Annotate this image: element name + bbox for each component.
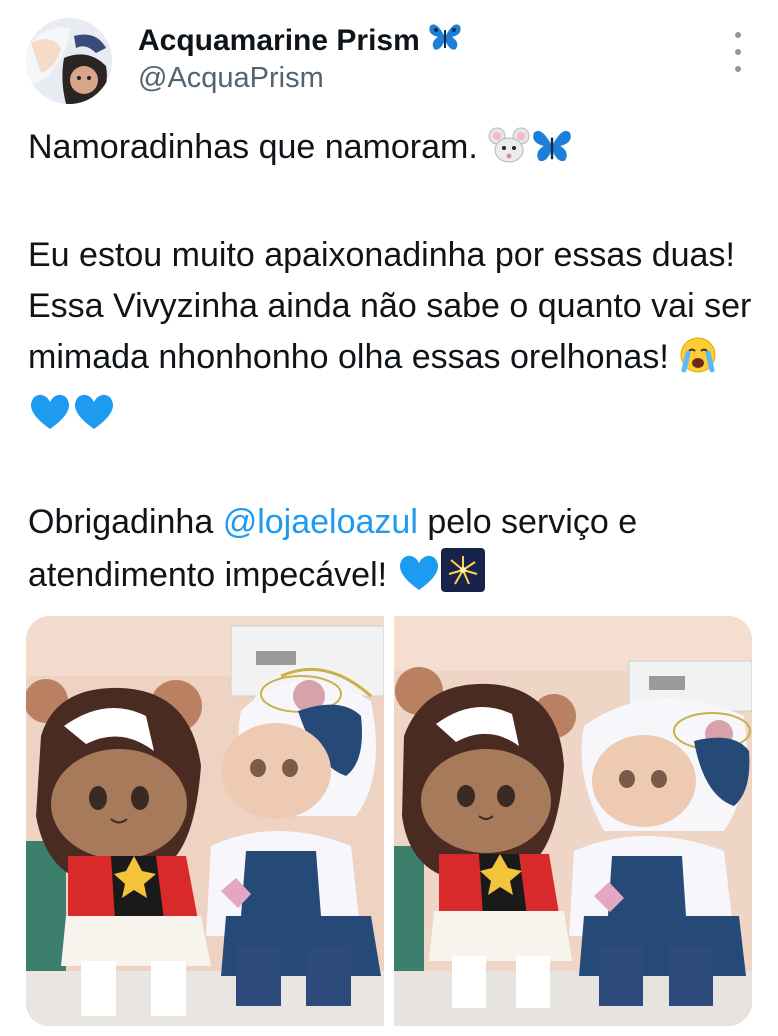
display-name[interactable]: Acquamarine Prism [138, 22, 462, 60]
plush-dolls-image [394, 616, 752, 1026]
tweet-body: Eu estou muito apaixonadinha por essas d… [28, 236, 752, 376]
tweet-paragraph: Namoradinhas que namoram. [28, 122, 758, 179]
plush-dolls-image [26, 616, 384, 1026]
photo-1[interactable] [26, 616, 384, 1026]
more-dot-icon [735, 32, 741, 38]
user-handle[interactable]: @AcquaPrism [138, 62, 324, 95]
more-dot-icon [735, 49, 741, 55]
blue-heart-icon [397, 554, 441, 607]
more-options-button[interactable] [730, 32, 746, 72]
tweet-paragraph: Eu estou muito apaixonadinha por essas d… [28, 230, 758, 446]
tweet-paragraph: Obrigadinha @lojaeloazul pelo serviço e … [28, 497, 758, 607]
media-gallery [26, 616, 752, 1026]
mention-link[interactable]: @lojaeloazul [223, 503, 418, 541]
fireworks-emoji-icon [440, 548, 485, 607]
tweet-body: Obrigadinha [28, 503, 223, 541]
blue-heart-icon [72, 393, 116, 446]
butterfly-icon [428, 22, 462, 60]
photo-2[interactable] [394, 616, 752, 1026]
tweet-text: Namoradinhas que namoram. Eu estou muito… [28, 122, 758, 607]
tweet-line: Namoradinhas que namoram. [28, 128, 488, 166]
avatar-image [26, 18, 112, 104]
display-name-text: Acquamarine Prism [138, 24, 420, 57]
crying-face-emoji-icon [678, 336, 718, 389]
mouse-emoji-icon [487, 126, 531, 179]
avatar[interactable] [26, 18, 112, 104]
tweet-header: Acquamarine Prism @AcquaPrism [26, 14, 752, 106]
butterfly-emoji-icon [531, 128, 573, 179]
more-dot-icon [735, 66, 741, 72]
blue-heart-icon [28, 393, 72, 446]
